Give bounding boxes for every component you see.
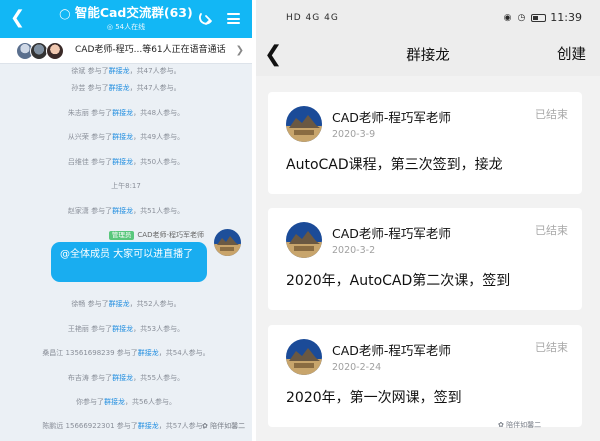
- card-date: 2020-2-24: [332, 362, 382, 373]
- system-message: 徐斌 参与了群接龙，共47人参与。: [71, 67, 181, 75]
- page-title: 群接龙: [406, 48, 450, 64]
- dragon-link[interactable]: 群接龙: [109, 67, 130, 75]
- status-badge: 已结束: [535, 224, 568, 237]
- dragon-link[interactable]: 群接龙: [104, 398, 125, 406]
- signal-indicators: HD 4G 4G: [286, 13, 339, 23]
- creator-name: CAD老师-程巧军老师: [332, 343, 451, 358]
- clock-time: 11:39: [550, 11, 582, 24]
- card-date: 2020-3-2: [332, 245, 376, 256]
- battery-icon: [531, 14, 547, 22]
- system-message: 布吉涛 参与了群接龙，共55人参与。: [67, 374, 185, 382]
- system-message: 从兴荣 参与了群接龙，共49人参与。: [67, 133, 185, 141]
- status-badge: 已结束: [535, 341, 568, 354]
- card-content: 2020年，AutoCAD第二次课，签到: [286, 273, 511, 289]
- dragon-link[interactable]: 群接龙: [112, 133, 133, 141]
- system-message: 你参与了群接龙，共56人参与。: [76, 398, 176, 406]
- system-message: 桑昌江 13561698239 参与了群接龙，共54人参与。: [42, 349, 210, 357]
- dragon-card[interactable]: CAD老师-程巧军老师 2020-3-2 已结束 2020年，AutoCAD第二…: [268, 208, 582, 310]
- system-message: 朱志丽 参与了群接龙，共48人参与。: [67, 109, 185, 117]
- dragon-link[interactable]: 群接龙: [109, 300, 130, 308]
- alarm-icon: ◷: [517, 13, 526, 23]
- status-badge: 已结束: [535, 108, 568, 121]
- message-sender: 管理员 CAD老师-程巧军老师: [108, 230, 204, 240]
- avatar: [46, 42, 64, 60]
- chevron-right-icon[interactable]: ❯: [236, 44, 244, 57]
- voice-call-bar[interactable]: CAD老师-程巧...等61人正在语音通话 ❯: [0, 38, 252, 64]
- chat-header: ❮ ◯ 智能Cad交流群(63) ◎ 54人在线: [0, 0, 252, 38]
- card-date: 2020-3-9: [332, 129, 376, 140]
- avatar: [286, 339, 322, 375]
- creator-name: CAD老师-程巧军老师: [332, 226, 451, 241]
- wechat-dragon-panel: HD 4G 4G ◉ ◷ 11:39 ❮ 群接龙 创建 CAD老师-程巧军老师 20…: [256, 0, 600, 441]
- online-count: ◎ 54人在线: [106, 23, 146, 31]
- clock-icon: ◯: [59, 9, 71, 20]
- status-right: ◉ ◷ 11:39: [504, 11, 582, 25]
- dragon-card[interactable]: CAD老师-程巧军老师 2020-2-24 已结束 2020年，第一次网课，签到: [268, 325, 582, 427]
- dragon-link[interactable]: 群接龙: [112, 207, 133, 215]
- nav-bar: ❮ 群接龙 创建: [256, 36, 600, 76]
- dragon-link[interactable]: 群接龙: [112, 109, 133, 117]
- dragon-link[interactable]: 群接龙: [112, 158, 133, 166]
- watermark: ✿ 陪伴如馨二: [202, 422, 246, 430]
- dragon-link[interactable]: 群接龙: [138, 349, 159, 357]
- watermark: ✿ 陪伴如馨二: [498, 421, 542, 429]
- system-message: 吕维佳 参与了群接龙，共50人参与。: [67, 158, 185, 166]
- voice-avatars: [16, 42, 70, 60]
- time-label: 上午8:17: [111, 182, 141, 190]
- avatar[interactable]: [214, 229, 241, 256]
- dragon-card[interactable]: CAD老师-程巧军老师 2020-3-9 已结束 AutoCAD课程，第三次签到…: [268, 92, 582, 194]
- card-content: AutoCAD课程，第三次签到，接龙: [286, 157, 503, 173]
- voice-call-text: CAD老师-程巧...等61人正在语音通话: [75, 45, 226, 55]
- menu-icon[interactable]: [227, 13, 240, 24]
- system-message: 赵家潇 参与了群接龙，共51人参与。: [67, 207, 185, 215]
- status-bar: HD 4G 4G ◉ ◷ 11:39: [256, 0, 600, 36]
- dragon-link[interactable]: 群接龙: [112, 374, 133, 382]
- admin-badge: 管理员: [108, 231, 135, 240]
- eye-icon: ◉: [503, 13, 512, 23]
- create-button[interactable]: 创建: [557, 45, 586, 65]
- avatar: [286, 222, 322, 258]
- card-content: 2020年，第一次网课，签到: [286, 390, 462, 406]
- dragon-link[interactable]: 群接龙: [109, 84, 130, 92]
- qq-penguin-icon[interactable]: [198, 11, 214, 27]
- group-title: ◯ 智能Cad交流群(63): [59, 5, 193, 20]
- chat-bubble[interactable]: @全体成员 大家可以进直播了: [51, 242, 207, 282]
- system-message: 徐畅 参与了群接龙，共52人参与。: [71, 300, 181, 308]
- avatar: [286, 106, 322, 142]
- dragon-link[interactable]: 群接龙: [138, 422, 159, 430]
- qq-group-chat-panel: ❮ ◯ 智能Cad交流群(63) ◎ 54人在线 CAD老师-程巧...等61人…: [0, 0, 252, 441]
- creator-name: CAD老师-程巧军老师: [332, 110, 451, 125]
- system-message: 孙芸 参与了群接龙，共47人参与。: [71, 84, 181, 92]
- dragon-link[interactable]: 群接龙: [112, 325, 133, 333]
- system-message: 王艳丽 参与了群接龙，共53人参与。: [67, 325, 185, 333]
